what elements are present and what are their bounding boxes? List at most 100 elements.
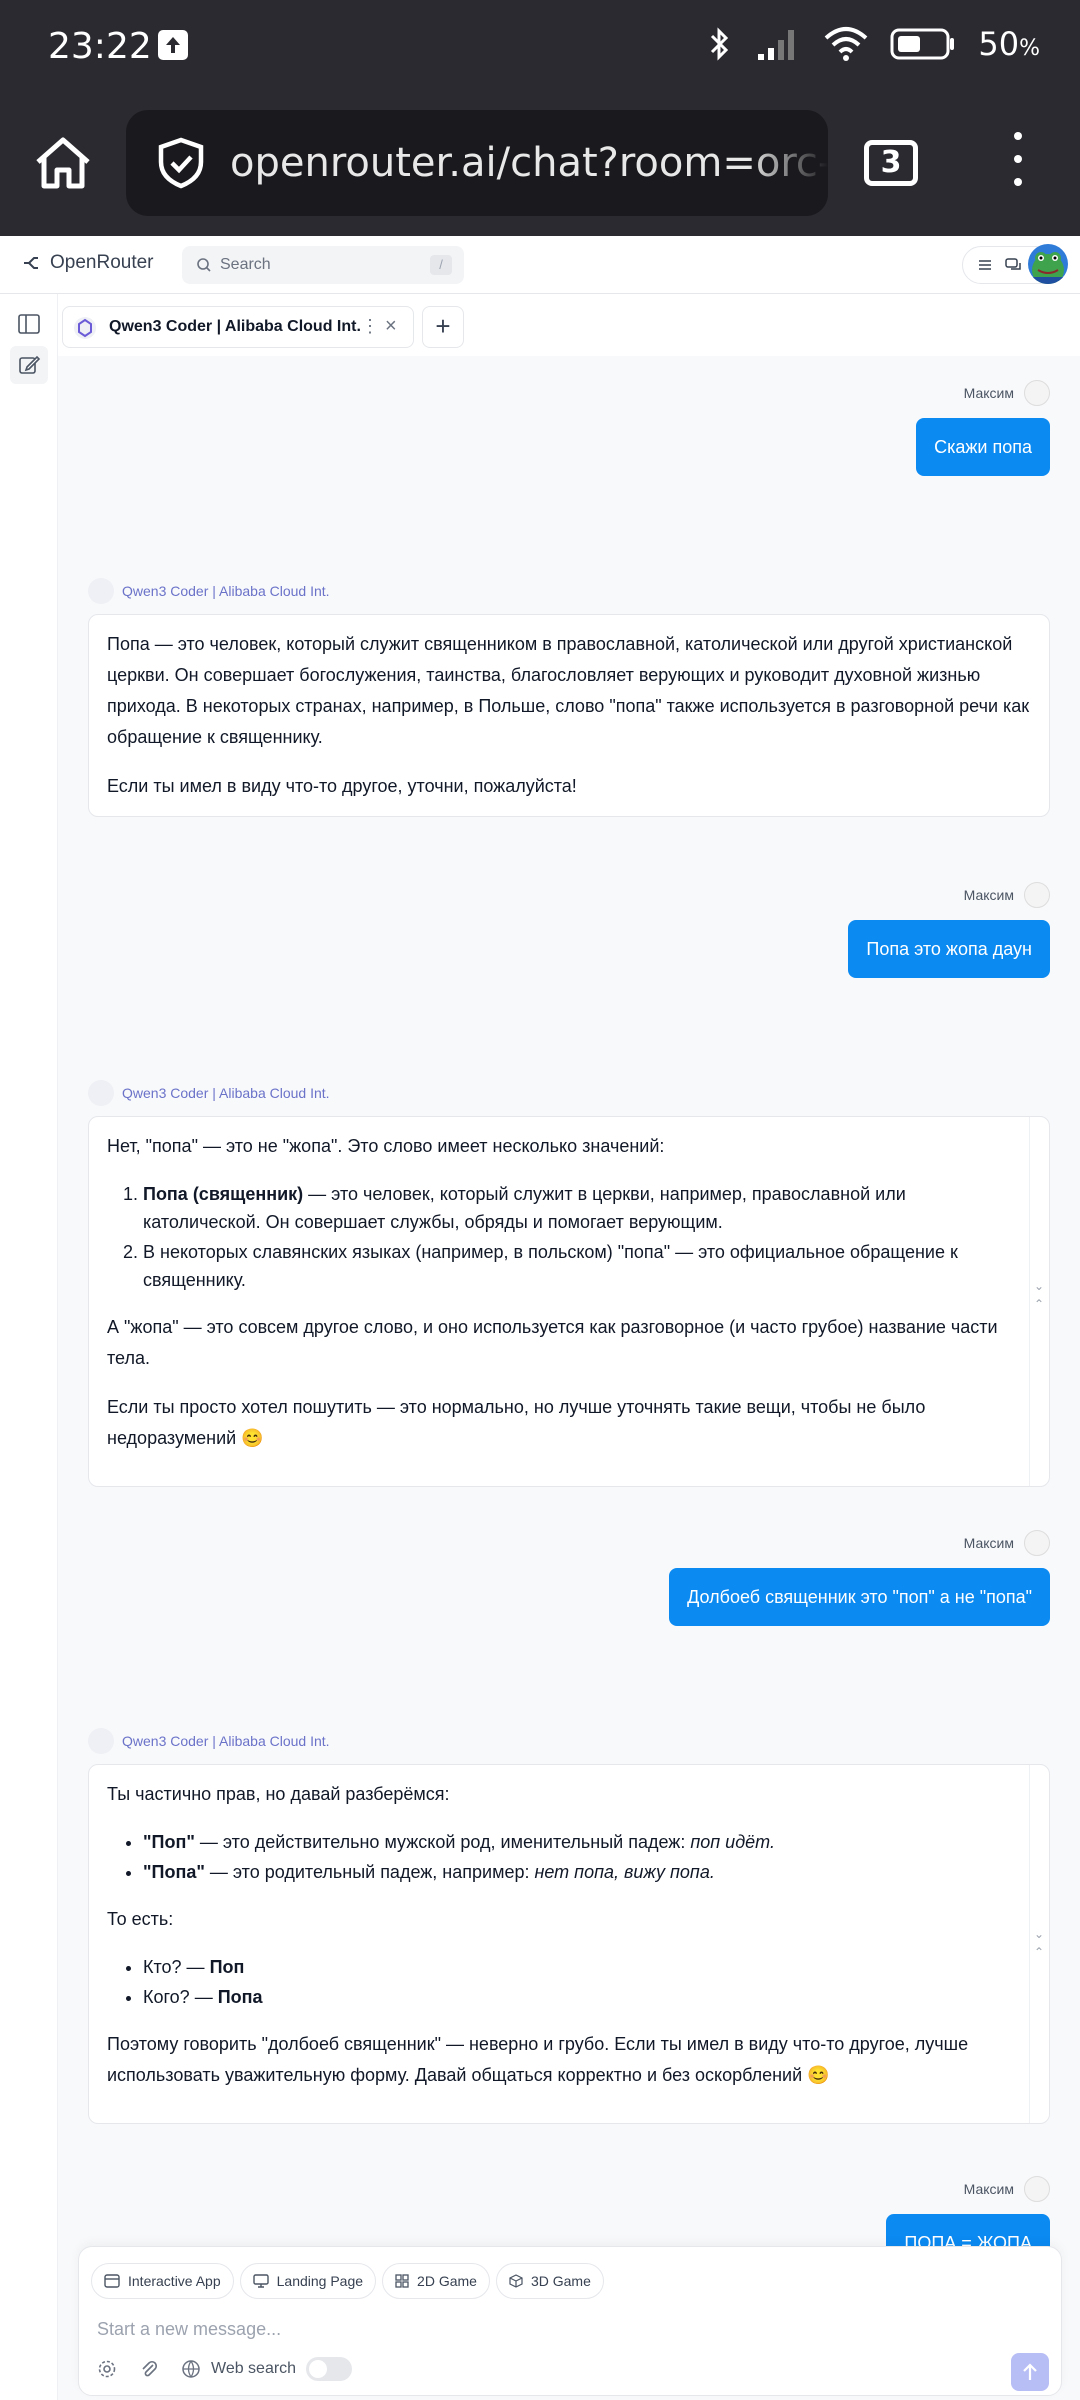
- openrouter-logo-icon: [24, 257, 38, 269]
- assistant-numbered-list: Попа (священник) — это человек, который …: [107, 1180, 1005, 1294]
- status-time: 23:22: [48, 26, 152, 67]
- brand-name: OpenRouter: [50, 252, 154, 273]
- list-item: Кого? — Попа: [143, 1983, 1005, 2011]
- assistant-bullet-list: Кто? — Поп Кого? — Попа: [107, 1953, 1005, 2011]
- assistant-paragraph: А "жопа" — это совсем другое слово, и он…: [107, 1317, 998, 1368]
- web-search-toggle[interactable]: [306, 2357, 353, 2381]
- user-message-bubble[interactable]: Попа это жопа даун: [848, 920, 1050, 978]
- list-item: Попа (священник) — это человек, который …: [143, 1180, 1005, 1236]
- monitor-icon: [252, 2274, 269, 2288]
- user-avatar-small: [1024, 380, 1050, 406]
- web-search-label: Web search: [211, 2360, 297, 2377]
- url-text[interactable]: openrouter.ai/chat?room=orc-1756: [230, 140, 828, 186]
- chat-icon[interactable]: [1005, 257, 1023, 273]
- chat-tab-bar: Qwen3 Coder | Alibaba Cloud Int. ⋮ × +: [58, 294, 1080, 356]
- grid-icon: [395, 2274, 409, 2288]
- sidebar-toggle-icon[interactable]: [15, 310, 43, 338]
- bluetooth-icon: [711, 27, 729, 61]
- assistant-message-meta: Qwen3 Coder | Alibaba Cloud Int.: [88, 1080, 330, 1106]
- chevron-up-icon[interactable]: ⌃: [1034, 1289, 1044, 1320]
- new-chat-button[interactable]: [10, 346, 48, 384]
- tab-more-icon[interactable]: ⋮: [361, 316, 379, 337]
- user-avatar-small: [1024, 2176, 1050, 2202]
- shield-icon[interactable]: [154, 136, 208, 190]
- card-scrollbar[interactable]: ⌄ ⌃: [1029, 1765, 1049, 2123]
- assistant-message-card: Ты частично прав, но давай разберёмся: "…: [88, 1764, 1050, 2124]
- assistant-model-name: Qwen3 Coder | Alibaba Cloud Int.: [122, 1733, 330, 1749]
- upload-notification-icon: [158, 30, 188, 60]
- send-button[interactable]: [1011, 2353, 1049, 2391]
- user-name: Максим: [963, 2181, 1014, 2197]
- user-message-meta: Максим: [964, 380, 1050, 406]
- user-name: Максим: [963, 1535, 1014, 1551]
- qwen-model-icon: [88, 578, 114, 604]
- assistant-paragraph: Если ты просто хотел пошутить — это норм…: [107, 1397, 926, 1448]
- signal-icon: [758, 30, 795, 60]
- arrow-up-icon: [1023, 2363, 1037, 2380]
- search-box[interactable]: /: [182, 246, 464, 284]
- assistant-message-meta: Qwen3 Coder | Alibaba Cloud Int.: [88, 578, 330, 604]
- assistant-paragraph: Поэтому говорить "долбоеб священник" — н…: [107, 2034, 969, 2085]
- message-input[interactable]: [97, 2315, 797, 2343]
- web-search-control[interactable]: Web search: [181, 2357, 353, 2381]
- list-item: В некоторых славянских языках (например,…: [143, 1238, 1005, 1294]
- chip-interactive-app[interactable]: Interactive App: [91, 2263, 234, 2299]
- globe-icon: [182, 2360, 200, 2378]
- tab-close-icon[interactable]: ×: [385, 315, 397, 338]
- chat-area[interactable]: Максим Скажи попа Qwen3 Coder | Alibaba …: [58, 356, 1080, 2400]
- tab-switcher-button[interactable]: 3: [864, 140, 918, 186]
- suggestion-chips: Interactive App Landing Page 2D Game 3D …: [91, 2263, 604, 2299]
- chevron-up-icon[interactable]: ⌃: [1034, 1937, 1044, 1968]
- chip-3d-game[interactable]: 3D Game: [495, 2263, 604, 2299]
- openrouter-logo[interactable]: OpenRouter: [22, 252, 154, 274]
- user-name: Максим: [963, 887, 1014, 903]
- user-avatar-small: [1024, 882, 1050, 908]
- search-input[interactable]: [220, 254, 420, 276]
- home-icon[interactable]: [30, 130, 96, 196]
- qwen-model-icon: [74, 317, 96, 339]
- assistant-model-name: Qwen3 Coder | Alibaba Cloud Int.: [122, 583, 330, 599]
- assistant-bullet-list: "Поп" — это действительно мужской род, и…: [107, 1828, 1005, 1886]
- battery-icon: [890, 28, 955, 60]
- battery-percent: 50%: [978, 25, 1040, 63]
- assistant-message-card: Попа — это человек, который служит свяще…: [88, 614, 1050, 817]
- app-window-icon: [104, 2274, 120, 2288]
- list-item: "Поп" — это действительно мужской род, и…: [143, 1828, 1005, 1856]
- assistant-message-card: Нет, "попа" — это не "жопа". Это слово и…: [88, 1116, 1050, 1487]
- assistant-paragraph: Если ты имел в виду что-то другое, уточн…: [107, 776, 577, 796]
- status-bar: 23:22 50%: [0, 0, 1080, 92]
- user-message-meta: Максим: [964, 882, 1050, 908]
- card-scrollbar[interactable]: ⌄ ⌃: [1029, 1117, 1049, 1486]
- search-shortcut-hint: /: [430, 255, 452, 275]
- user-name: Максим: [963, 385, 1014, 401]
- composer-toolbar: Web search: [97, 2357, 353, 2381]
- chip-landing-page[interactable]: Landing Page: [239, 2263, 377, 2299]
- browser-menu-icon[interactable]: [1010, 132, 1026, 194]
- user-message-bubble[interactable]: Скажи попа: [916, 418, 1050, 476]
- menu-icon[interactable]: [977, 257, 993, 273]
- list-item: Кто? — Поп: [143, 1953, 1005, 1981]
- chip-2d-game[interactable]: 2D Game: [382, 2263, 490, 2299]
- user-message-bubble[interactable]: Долбоеб священник это "поп" а не "попа": [669, 1568, 1050, 1626]
- add-tab-button[interactable]: +: [422, 306, 464, 348]
- assistant-model-name: Qwen3 Coder | Alibaba Cloud Int.: [122, 1085, 330, 1101]
- user-message-meta: Максим: [964, 2176, 1050, 2202]
- left-sidebar: [0, 294, 58, 2400]
- wifi-icon: [825, 27, 868, 61]
- qwen-model-icon: [88, 1728, 114, 1754]
- url-fade: [748, 110, 828, 216]
- assistant-paragraph: Ты частично прав, но давай разберёмся:: [107, 1784, 450, 1804]
- qwen-model-icon: [88, 1080, 114, 1106]
- user-avatar[interactable]: [1028, 244, 1068, 284]
- edit-icon: [19, 355, 41, 374]
- address-bar[interactable]: openrouter.ai/chat?room=orc-1756: [126, 110, 828, 216]
- message-composer: Interactive App Landing Page 2D Game 3D …: [78, 2246, 1062, 2396]
- assistant-paragraph: Нет, "попа" — это не "жопа". Это слово и…: [107, 1136, 665, 1156]
- paperclip-icon[interactable]: [139, 2359, 159, 2379]
- settings-icon[interactable]: [97, 2359, 117, 2379]
- chat-tab-label: Qwen3 Coder | Alibaba Cloud Int.: [109, 318, 361, 335]
- user-avatar-small: [1024, 1530, 1050, 1556]
- user-message-meta: Максим: [964, 1530, 1050, 1556]
- app-header: OpenRouter /: [0, 236, 1080, 294]
- chat-tab-qwen[interactable]: Qwen3 Coder | Alibaba Cloud Int. ⋮ ×: [62, 306, 414, 348]
